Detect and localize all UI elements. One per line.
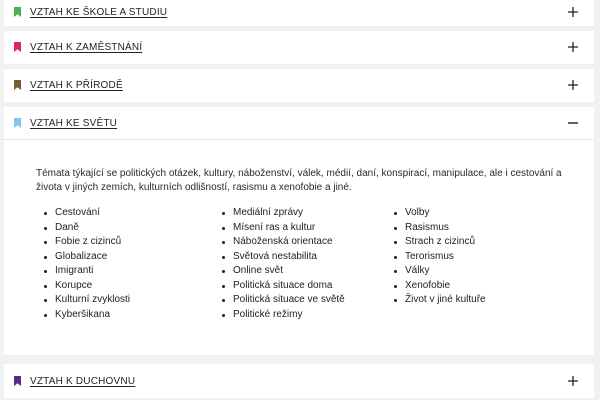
- topics-list: Cestování Daně Fobie z cizinců Globaliza…: [42, 206, 594, 336]
- bookmark-icon: [14, 376, 21, 386]
- topics-column-1: Cestování Daně Fobie z cizinců Globaliza…: [42, 206, 130, 322]
- section-description: Témata týkající se politických otázek, k…: [36, 168, 562, 193]
- list-item: Život v jiné kultuře: [392, 293, 486, 308]
- plus-icon[interactable]: [568, 80, 578, 90]
- list-item: Daně: [42, 221, 130, 236]
- list-item: Imigranti: [42, 264, 130, 279]
- accordion-header-priroda[interactable]: VZTAH K PŘÍRODĚ: [4, 69, 594, 101]
- list-item: Politické režimy: [220, 308, 345, 323]
- accordion-title: VZTAH KE ŠKOLE A STUDIU: [30, 6, 168, 18]
- bookmark-icon: [14, 80, 21, 90]
- plus-icon[interactable]: [568, 7, 578, 17]
- topics-column-2: Mediální zprávy Mísení ras a kultur Nábo…: [220, 206, 345, 322]
- list-item: Politická situace doma: [220, 279, 345, 294]
- accordion-item-skola: VZTAH KE ŠKOLE A STUDIU: [4, 0, 594, 26]
- list-item: Xenofobie: [392, 279, 486, 294]
- plus-icon[interactable]: [568, 42, 578, 52]
- list-item: Strach z cizinců: [392, 235, 486, 250]
- accordion-item-zamestnani: VZTAH K ZAMĚSTNÁNÍ: [4, 31, 594, 64]
- accordion-item-svet: VZTAH KE SVĚTU Témata týkající se politi…: [4, 107, 594, 355]
- accordion-item-priroda: VZTAH K PŘÍRODĚ: [4, 69, 594, 102]
- accordion-item-duchovno: VZTAH K DUCHOVNU: [4, 364, 594, 398]
- bookmark-icon: [14, 7, 21, 17]
- accordion-title: VZTAH K DUCHOVNU: [30, 375, 136, 387]
- minus-icon[interactable]: [568, 118, 578, 128]
- accordion-title: VZTAH K PŘÍRODĚ: [30, 79, 123, 91]
- accordion-title: VZTAH KE SVĚTU: [30, 117, 118, 129]
- list-item: Online svět: [220, 264, 345, 279]
- list-item: Cestování: [42, 206, 130, 221]
- list-item: Kulturní zvyklosti: [42, 293, 130, 308]
- accordion-header-zamestnani[interactable]: VZTAH K ZAMĚSTNÁNÍ: [4, 31, 594, 63]
- list-item: Globalizace: [42, 250, 130, 265]
- list-item: Fobie z cizinců: [42, 235, 130, 250]
- list-item: Politická situace ve světě: [220, 293, 345, 308]
- list-item: Kyberšikana: [42, 308, 130, 323]
- list-item: Války: [392, 264, 486, 279]
- bookmark-icon: [14, 118, 21, 128]
- list-item: Terorismus: [392, 250, 486, 265]
- list-item: Světová nestabilita: [220, 250, 345, 265]
- list-item: Korupce: [42, 279, 130, 294]
- list-item: Rasismus: [392, 221, 486, 236]
- list-item: Volby: [392, 206, 486, 221]
- bookmark-icon: [14, 42, 21, 52]
- accordion-header-svet[interactable]: VZTAH KE SVĚTU: [4, 107, 594, 139]
- list-item: Mísení ras a kultur: [220, 221, 345, 236]
- topics-column-3: Volby Rasismus Strach z cizinců Terorism…: [392, 206, 486, 308]
- accordion-title: VZTAH K ZAMĚSTNÁNÍ: [30, 41, 143, 53]
- accordion-header-duchovno[interactable]: VZTAH K DUCHOVNU: [4, 365, 594, 397]
- plus-icon[interactable]: [568, 376, 578, 386]
- accordion-panel-svet: Témata týkající se politických otázek, k…: [4, 139, 594, 355]
- list-item: Náboženská orientace: [220, 235, 345, 250]
- list-item: Mediální zprávy: [220, 206, 345, 221]
- accordion-header-skola[interactable]: VZTAH KE ŠKOLE A STUDIU: [4, 0, 594, 28]
